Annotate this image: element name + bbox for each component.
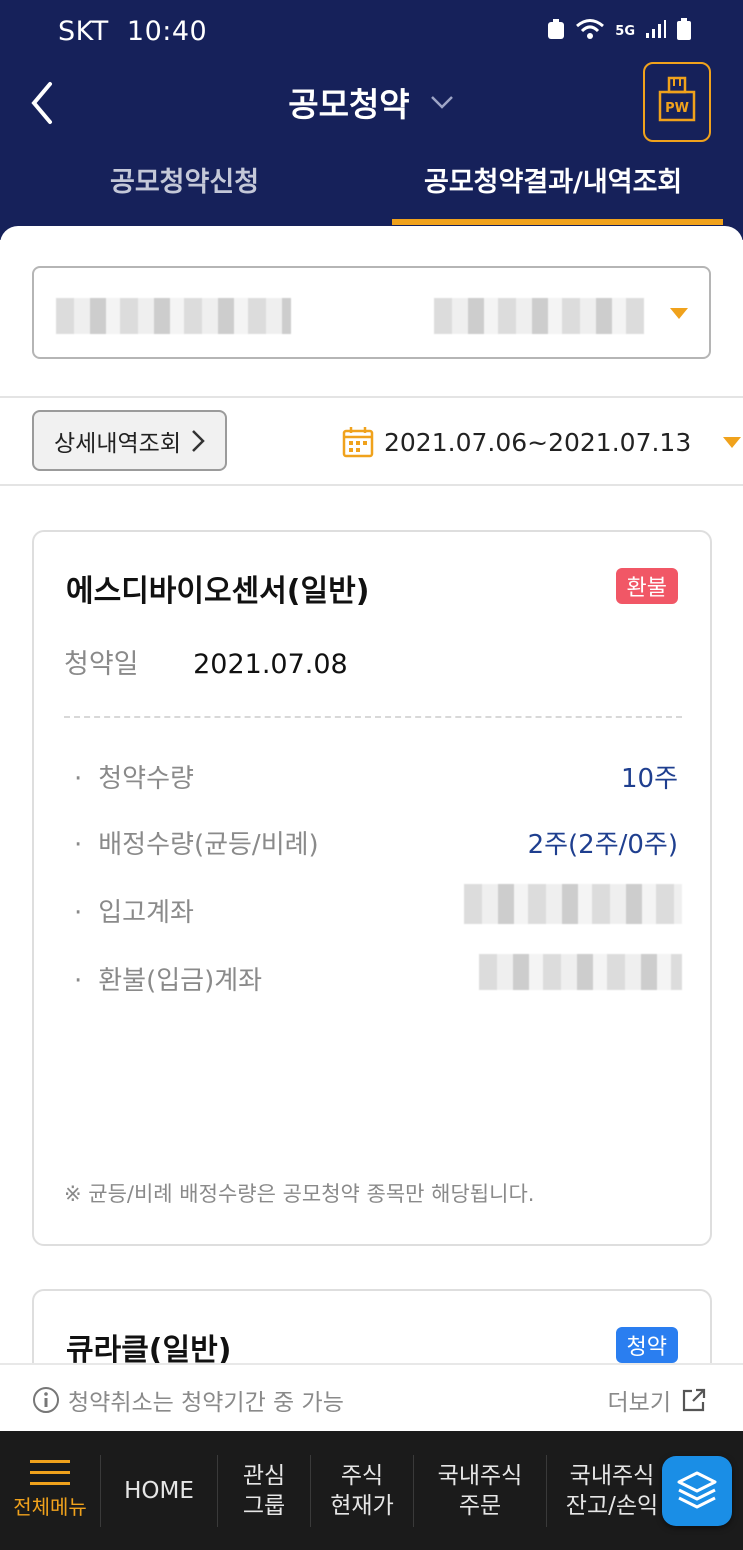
tab-apply[interactable]: 공모청약신청 (110, 160, 259, 199)
more-link[interactable]: 더보기 (608, 1383, 707, 1417)
nav-label: HOME (124, 1477, 194, 1504)
nav-label: 주문 (458, 1492, 502, 1519)
notice-text: 청약취소는 청약기간 중 가능 (68, 1390, 344, 1416)
filter-row: 상세내역조회 2021.07.06~2021.07.13 (0, 396, 743, 486)
carrier-label: SKT (58, 16, 109, 47)
info-row-quantity: 청약수량 10주 (64, 758, 678, 798)
page-title-dropdown[interactable]: 공모청약 (0, 78, 743, 126)
subscription-date-value: 2021.07.08 (193, 649, 348, 680)
nav-label: 주식 (340, 1462, 384, 1489)
status-bar: SKT 10:40 5G (0, 0, 743, 66)
subscription-date-row: 청약일 2021.07.08 (64, 642, 348, 681)
nav-domestic-order[interactable]: 국내주식 주문 (414, 1431, 546, 1550)
date-range-selector[interactable]: 2021.07.06~2021.07.13 (342, 426, 742, 458)
pw-label: PW (665, 101, 689, 116)
masked-account-number (434, 298, 644, 334)
network-5g-icon: 5G (615, 25, 635, 38)
nav-all-menu-label: 전체메뉴 (13, 1494, 87, 1519)
date-range-text: 2021.07.06~2021.07.13 (384, 427, 692, 457)
main-content: 상세내역조회 2021.07.06~2021.07.13 에스디바이오센서(일반… (0, 226, 743, 1409)
clock-label: 10:40 (126, 16, 208, 47)
tab-bar: 공모청약신청 공모청약결과/내역조회 (0, 148, 743, 226)
nav-home[interactable]: HOME (101, 1431, 217, 1550)
nav-all-menu[interactable]: 전체메뉴 (0, 1431, 100, 1550)
info-value: 10주 (620, 764, 678, 794)
network-label: 5G (615, 23, 635, 39)
password-pen-icon: PW (658, 76, 696, 122)
info-label: 배정수량(균등/비례) (74, 824, 318, 861)
password-button[interactable]: PW (643, 62, 711, 142)
battery-icon (677, 18, 691, 44)
nav-label: 국내주식 (437, 1462, 523, 1489)
nav-watchlist-group[interactable]: 관심 그룹 (218, 1431, 310, 1550)
detail-history-button[interactable]: 상세내역조회 (32, 410, 227, 471)
calendar-icon (342, 427, 374, 458)
page-title: 공모청약 (288, 85, 410, 124)
info-row-refund-account: 환불(입금)계좌 (64, 954, 682, 1000)
card-title: 에스디바이오센서(일반) (66, 574, 370, 609)
nav-stock-price[interactable]: 주식 현재가 (311, 1431, 413, 1550)
tab-result-history[interactable]: 공모청약결과/내역조회 (424, 160, 682, 199)
active-tab-indicator (392, 219, 723, 225)
title-bar: 공모청약 PW (0, 60, 743, 150)
nav-domestic-balance[interactable]: 국내주식 잔고/손익 (547, 1431, 677, 1550)
date-dropdown-icon (723, 436, 742, 448)
masked-deposit-account (464, 884, 682, 924)
bottom-navigation: 전체메뉴 HOME 관심 그룹 주식 현재가 국내주식 주문 국내주식 잔고/손… (0, 1431, 743, 1550)
subscription-card[interactable]: 에스디바이오센서(일반) 환불 청약일 2021.07.08 청약수량 10주 … (32, 530, 712, 1246)
chevron-right-icon (192, 429, 205, 452)
more-label: 더보기 (607, 1390, 671, 1416)
dropdown-arrow-icon (670, 308, 688, 319)
status-badge: 환불 (615, 568, 678, 604)
wifi-icon (575, 18, 605, 44)
nav-label: 그룹 (242, 1492, 286, 1519)
info-row-deposit-account: 입고계좌 (64, 884, 682, 932)
info-label: 청약수량 (74, 758, 194, 795)
status-badge: 청약 (615, 1327, 678, 1363)
nav-label: 잔고/손익 (565, 1492, 659, 1519)
detail-history-label: 상세내역조회 (54, 430, 181, 457)
notice-message: 청약취소는 청약기간 중 가능 (32, 1383, 344, 1417)
info-icon (33, 1387, 59, 1413)
recycle-icon (547, 18, 565, 44)
masked-refund-account (479, 954, 682, 990)
layers-fab-button[interactable] (662, 1456, 732, 1526)
allocation-note: ※ 균등/비례 배정수량은 공모청약 종목만 해당됩니다. (64, 1182, 535, 1206)
status-icons: 5G (547, 18, 691, 44)
info-label: 환불(입금)계좌 (74, 960, 262, 997)
account-select[interactable] (32, 266, 711, 359)
info-row-allocation: 배정수량(균등/비례) 2주(2주/0주) (64, 824, 678, 864)
layers-icon (677, 1471, 717, 1509)
hamburger-menu-icon (30, 1459, 70, 1486)
subscription-date-label: 청약일 (64, 649, 139, 680)
status-carrier-time: SKT 10:40 (58, 16, 207, 47)
nav-label: 국내주식 (569, 1462, 655, 1489)
divider (64, 716, 682, 718)
chevron-down-icon (430, 96, 453, 109)
info-value: 2주(2주/0주) (527, 830, 678, 860)
signal-icon (645, 19, 667, 43)
external-link-icon (682, 1388, 706, 1412)
app-header: SKT 10:40 5G 공모청약 PW 공모청약신청 공모청약결과/내역조회 (0, 0, 743, 240)
notice-bar: 청약취소는 청약기간 중 가능 더보기 (0, 1363, 743, 1431)
info-label: 입고계좌 (74, 892, 194, 929)
nav-label: 관심 (242, 1462, 286, 1489)
masked-account-name (56, 298, 291, 334)
nav-label: 현재가 (330, 1492, 394, 1519)
